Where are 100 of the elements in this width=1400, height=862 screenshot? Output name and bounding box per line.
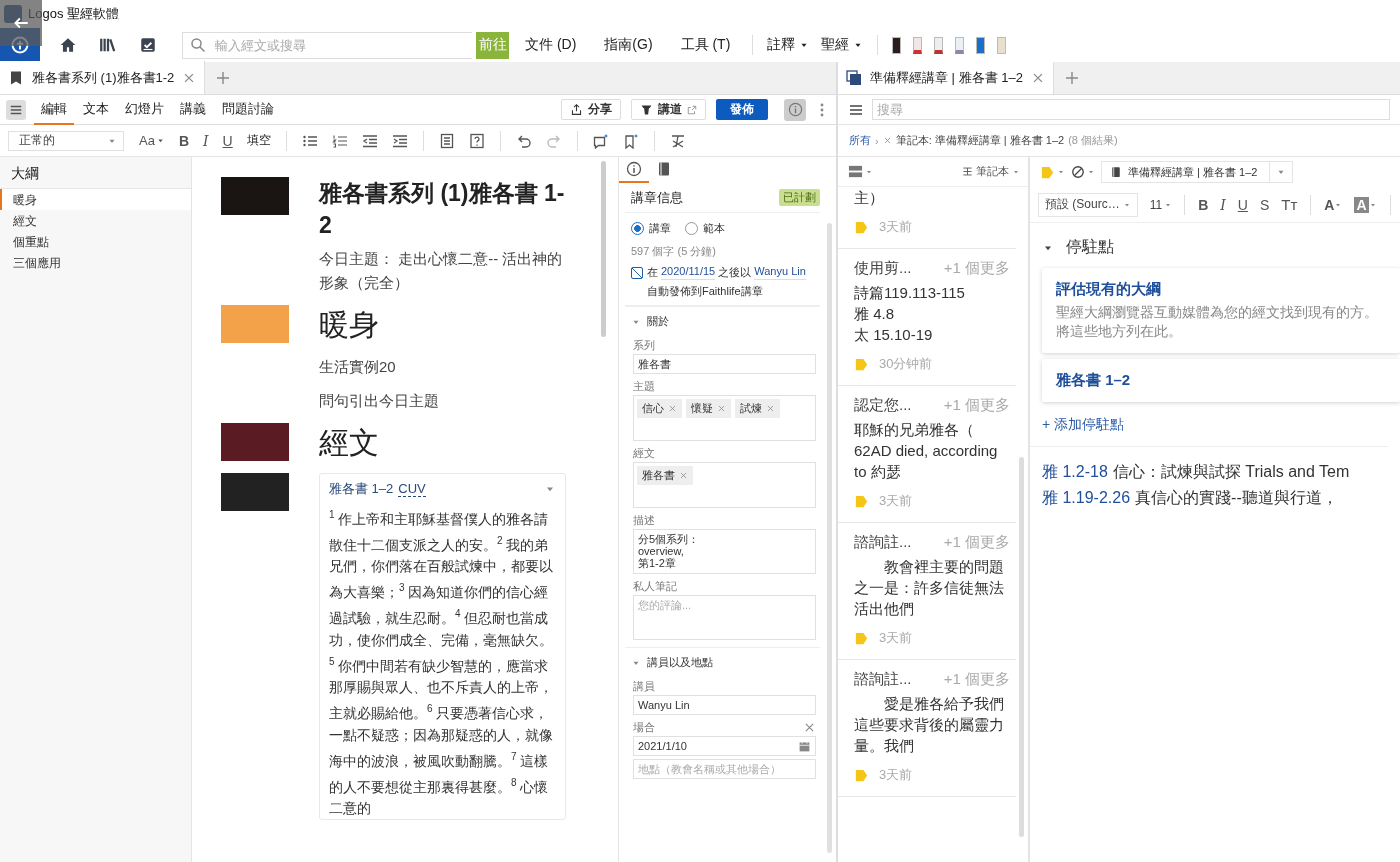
add-anchor-link[interactable]: + 添加停駐點 [1030,408,1388,447]
menu-button[interactable] [6,99,26,120]
mode-tab[interactable]: 編輯 [34,94,74,125]
text-area[interactable]: 分5個系列： overview, 第1-2章 [633,529,816,574]
radio-option[interactable]: 範本 [685,221,725,236]
add-comment-icon[interactable] [592,132,609,149]
document-tab[interactable]: 準備釋經講章 | 雅各書 1–2 [838,62,1054,94]
mode-tab[interactable]: 文本 [76,94,116,125]
mode-tab[interactable]: 幻燈片 [118,94,171,125]
remove-tag-icon[interactable] [766,404,775,413]
remove-tag-icon[interactable] [679,471,688,480]
menu-item[interactable]: 工具 (T) [668,31,743,59]
menu-item[interactable]: 文件 (D) [513,31,589,59]
document-tab[interactable]: 雅各書系列 (1)雅各書1-2 [0,61,206,94]
breadcrumb-link[interactable]: 所有 [849,133,871,148]
clear-format-icon[interactable] [669,132,686,149]
fill-blank-button[interactable]: 填空 [241,129,276,152]
question-icon[interactable] [468,132,485,149]
underline-button[interactable]: U [1232,192,1253,217]
slide-thumbnail[interactable] [221,423,289,461]
calendar-icon[interactable] [798,740,811,753]
section-header[interactable]: 關於 [625,306,820,336]
search-field[interactable]: 搜尋 [872,99,1390,120]
search-field[interactable]: 輸入經文或搜尋 [182,31,472,59]
text-area[interactable]: 您的評論... [633,595,816,640]
slide-thumbnail[interactable] [221,305,289,343]
scripture-link[interactable]: 雅 1.19-2.26 [1042,485,1131,511]
library-icon[interactable] [99,36,117,54]
publish-button[interactable]: 發佈 [716,99,768,120]
radio-option[interactable]: 講章 [631,221,671,236]
italic-button[interactable]: I [198,129,214,152]
text-field[interactable]: Wanyu Lin [633,695,816,715]
home-icon[interactable] [59,36,77,54]
dropdown-button[interactable]: 註釋 [763,31,814,59]
note-item[interactable]: 諮詢註... +1 個更多 教會裡主要的問題之一是：許多信徒無法活出他們 3天前 [838,523,1016,660]
font-dropdown[interactable]: 預設 (Sourc… [1038,192,1138,217]
slide-icon[interactable] [438,132,455,149]
mode-tab[interactable]: 問題討論 [215,94,281,125]
outline-item[interactable]: 經文 [0,210,191,231]
checklist-icon[interactable] [139,36,157,54]
notebook-dropdown[interactable]: 準備釋經講章 | 雅各書 1–2 [1101,161,1294,183]
slide-thumbnail[interactable] [221,177,289,215]
text-field[interactable]: 雅各書 [633,354,816,374]
tag-chip[interactable]: 雅各書 [637,466,693,485]
note-item[interactable]: 諮詢註... +1 個更多 愛是雅各給予我們這些要求背後的屬靈力量。我們 3天前 [838,660,1016,797]
note-item[interactable]: 主） 3天前 [838,187,1016,249]
text-case-button[interactable]: Tт [1276,192,1303,217]
section-header[interactable]: 講員以及地點 [625,647,820,677]
remove-tag-icon[interactable] [717,404,726,413]
strikethrough-button[interactable]: S [1254,192,1275,217]
text-field[interactable]: 地點（教會名稱或其他場合） [633,759,816,779]
info-button[interactable] [784,98,806,121]
underline-button[interactable]: U [217,129,238,152]
note-item[interactable]: 使用剪... +1 個更多 詩篇119.113-115 雅 4.8 太 15.10-19 30分钟前 [838,249,1016,386]
share-button[interactable]: 分享 [561,99,621,120]
tag-field[interactable]: 信心 懷疑 試煉 [633,395,816,441]
scrollbar[interactable] [827,223,832,853]
font-size-dropdown[interactable]: 11 [1145,197,1177,212]
outdent-icon[interactable] [361,132,378,149]
passage-reference[interactable]: 雅各書 1–2 [329,480,394,498]
scrollbar[interactable] [1019,457,1024,837]
highlight-button[interactable]: A [1349,192,1382,217]
outline-item[interactable]: 三個應用 [0,252,191,273]
date-link[interactable]: 2020/11/15 [661,265,716,280]
author-link[interactable]: Wanyu Lin [754,265,806,280]
anchor-card[interactable]: 雅各書 1–2 [1042,359,1400,402]
scripture-link[interactable]: 雅 1.2-18 [1042,459,1108,485]
bookmark-icon[interactable] [622,132,639,149]
font-size-button[interactable]: Aa [134,129,170,152]
remove-tag-icon[interactable] [668,404,677,413]
mode-tab[interactable]: 講義 [173,94,213,125]
outline-item[interactable]: 暖身 [0,189,191,210]
tag-chip[interactable]: 試煉 [735,399,780,418]
sermon-button[interactable]: 講道 [631,99,706,120]
scrollbar[interactable] [601,161,606,337]
checkbox[interactable] [631,267,643,279]
dropdown-button[interactable]: 聖經 [817,31,868,59]
sort-button[interactable]: 筆記本 [962,164,1020,179]
no-tag-button[interactable] [1071,165,1095,179]
outline-item[interactable]: 個重點 [0,231,191,252]
radio-button[interactable] [631,222,644,235]
bold-button[interactable]: B [1193,192,1214,217]
bold-button[interactable]: B [173,129,195,152]
menu-item[interactable]: 指南(G) [592,31,665,59]
italic-button[interactable]: I [1215,192,1231,217]
font-color-button[interactable]: A [1319,192,1348,217]
book-icon[interactable] [892,36,902,54]
bible-version[interactable]: CUV [398,481,426,497]
note-item[interactable]: 認定您... +1 個更多 耶穌的兄弟雅各（ 62AD died, according to 約瑟 3天前 [838,386,1016,523]
layout-button[interactable] [848,164,873,179]
style-dropdown[interactable]: 正常的 [8,130,124,151]
tag-field[interactable]: 雅各書 [633,462,816,508]
date-field[interactable]: 2021/1/10 [633,736,816,756]
tag-chip[interactable]: 懷疑 [686,399,731,418]
anchor-card[interactable]: 評估現有的大綱 聖經大綱瀏覽器互動媒體為您的經文找到現有的方。將這些地方列在此。 [1042,268,1400,353]
remove-filter-icon[interactable] [882,136,892,145]
section-header[interactable]: 停駐點 [1042,237,1400,258]
indent-icon[interactable] [391,132,408,149]
tag-chip[interactable]: 信心 [637,399,682,418]
slide-thumbnail[interactable] [221,473,289,511]
